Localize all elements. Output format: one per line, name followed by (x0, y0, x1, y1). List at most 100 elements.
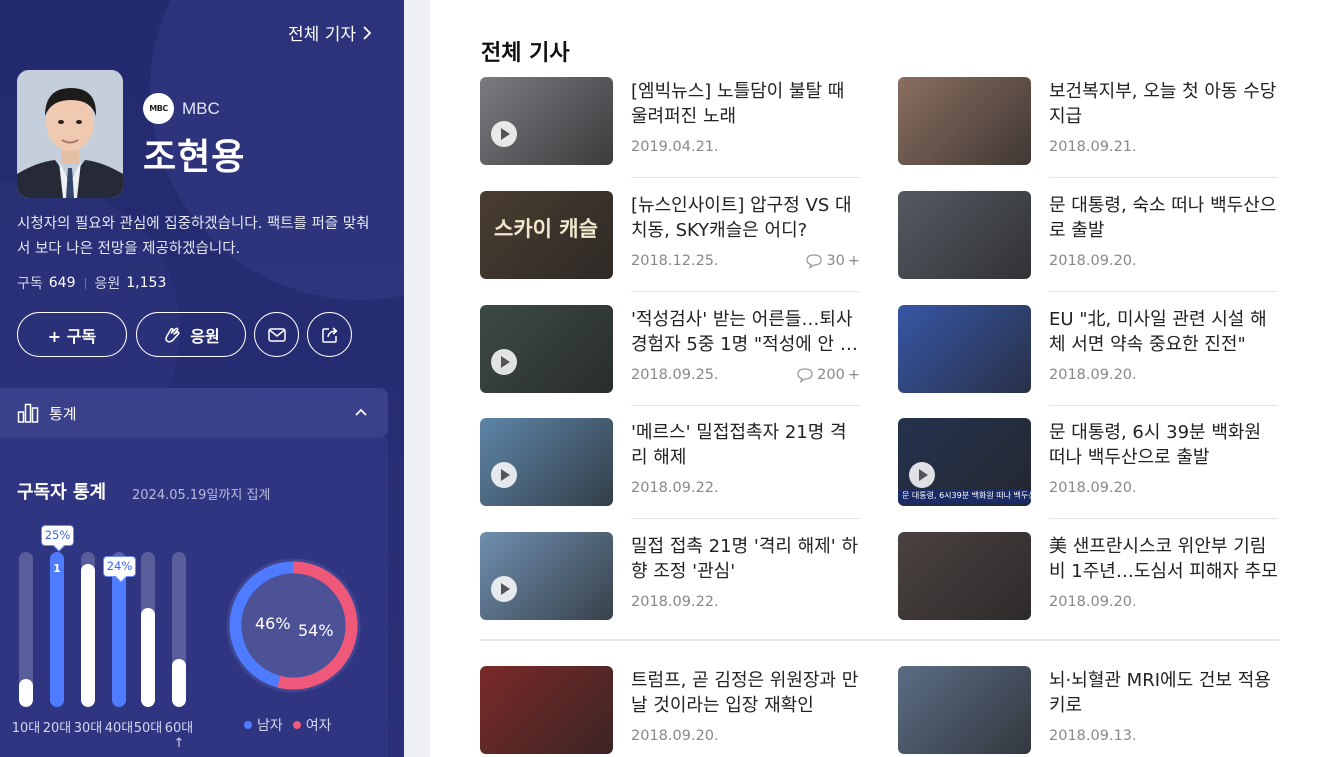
article-date: 2019.04.21. (631, 139, 719, 155)
article-card[interactable]: 문 대통령, 6시39분 백화원 떠나 백두산으로 출발 문 대통령, 6시 39… (898, 418, 1279, 508)
age-bar (81, 564, 95, 707)
legend-female: 여자 (292, 715, 332, 735)
cheer-button[interactable]: 응원 (136, 312, 246, 357)
article-title[interactable]: EU "北, 미사일 관련 시설 해체 서면 약속 중요한 진전" (1049, 307, 1278, 357)
article-card[interactable]: 트럼프, 곧 김정은 위원장과 만날 것이라는 입장 재확인 2018.09.20… (480, 666, 861, 756)
age-bar (141, 608, 155, 707)
article-thumbnail[interactable] (898, 666, 1031, 754)
row-separator (1049, 518, 1278, 519)
article-thumbnail[interactable] (480, 77, 613, 165)
chevron-up-icon (355, 408, 367, 416)
article-thumbnail[interactable] (480, 305, 613, 393)
row-separator (631, 518, 860, 519)
comment-plus-sign: + (847, 253, 860, 269)
article-title[interactable]: '적성검사' 받는 어른들…퇴사 경험자 5중 1명 "적성에 안 맞아" (631, 307, 860, 357)
press-name: MBC (182, 98, 220, 118)
thumbnail-text: 스카이 캐슬 (494, 217, 598, 241)
divider (84, 277, 86, 289)
comment-count[interactable]: 200 + (796, 367, 860, 383)
article-thumbnail[interactable] (898, 191, 1031, 279)
comment-count[interactable]: 30 + (805, 253, 860, 269)
share-button[interactable] (307, 312, 352, 357)
mail-icon (267, 327, 286, 342)
age-bar-track (141, 552, 155, 707)
article-date: 2018.09.22. (631, 480, 719, 496)
article-card[interactable]: [엠빅뉴스] 노틀담이 불탈 때 울려퍼진 노래 2019.04.21. (480, 77, 861, 167)
mbc-logo: MBC (143, 93, 174, 124)
article-card[interactable]: 뇌·뇌혈관 MRI에도 건보 적용키로 2018.09.13. (898, 666, 1279, 756)
article-thumbnail[interactable]: 스카이 캐슬 (480, 191, 613, 279)
article-thumbnail[interactable] (898, 305, 1031, 393)
play-icon (491, 349, 517, 375)
article-date: 2018.09.20. (1049, 480, 1137, 496)
article-date: 2018.12.25. (631, 253, 719, 269)
all-reporters-label: 전체 기자 (288, 25, 356, 45)
article-title[interactable]: 보건복지부, 오늘 첫 아동 수당 지급 (1049, 79, 1278, 129)
list-divider (480, 639, 1279, 641)
article-card[interactable]: 문 대통령, 숙소 떠나 백두산으로 출발 2018.09.20. (898, 191, 1279, 281)
article-date: 2018.09.20. (1049, 253, 1137, 269)
article-title[interactable]: 美 샌프란시스코 위안부 기림비 1주년…도심서 피해자 추모 (1049, 534, 1278, 584)
article-card[interactable]: 美 샌프란시스코 위안부 기림비 1주년…도심서 피해자 추모 2018.09.2… (898, 532, 1279, 622)
article-thumbnail[interactable]: 문 대통령, 6시39분 백화원 떠나 백두산으로 출발 (898, 418, 1031, 506)
article-card[interactable]: 보건복지부, 오늘 첫 아동 수당 지급 2018.09.21. (898, 77, 1279, 167)
comment-plus-sign: + (847, 367, 860, 383)
age-bar-track (19, 552, 33, 707)
reporter-name: 조현용 (143, 137, 246, 178)
article-thumbnail[interactable] (898, 77, 1031, 165)
articles-panel: 전체 기사 [엠빅뉴스] 노틀담이 불탈 때 울려퍼진 노래 2019.04.21… (430, 0, 1319, 757)
age-label: 20대 (42, 721, 72, 736)
article-thumbnail[interactable] (480, 418, 613, 506)
article-card[interactable]: '적성검사' 받는 어른들…퇴사 경험자 5중 1명 "적성에 안 맞아" 201… (480, 305, 861, 395)
age-bar-rank: 1 (53, 562, 61, 575)
age-bar (172, 659, 186, 707)
share-icon (321, 326, 337, 343)
all-reporters-link[interactable]: 전체 기자 (288, 20, 372, 45)
article-title[interactable]: '메르스' 밀접접촉자 21명 격리 해제 (631, 420, 860, 470)
article-thumbnail[interactable] (898, 532, 1031, 620)
email-button[interactable] (254, 312, 299, 357)
article-thumbnail[interactable] (480, 666, 613, 754)
play-icon (491, 576, 517, 602)
female-dot-icon (292, 721, 301, 729)
article-date: 2018.09.20. (1049, 594, 1137, 610)
male-dot-icon (244, 721, 252, 729)
age-bar (50, 552, 64, 707)
article-title[interactable]: 밀접 접촉 21명 '격리 해제' 하향 조정 '관심' (631, 534, 860, 584)
subscribe-button[interactable]: + 구독 (17, 312, 127, 357)
gender-donut-chart (226, 558, 361, 693)
article-thumbnail[interactable] (480, 532, 613, 620)
age-bar-track (81, 552, 95, 707)
legend-female-label: 여자 (305, 718, 332, 734)
row-separator (1049, 177, 1278, 178)
article-title[interactable]: [뉴스인사이트] 압구정 VS 대치동, SKY캐슬은 어디? (631, 193, 860, 243)
age-bar (112, 567, 126, 707)
bar-chart-icon (17, 403, 39, 423)
play-icon (909, 462, 935, 488)
comment-count-value: 200 (817, 367, 845, 383)
comment-icon (806, 254, 823, 269)
article-card[interactable]: EU "北, 미사일 관련 시설 해체 서면 약속 중요한 진전" 2018.09… (898, 305, 1279, 395)
stats-date: 2024.05.19일까지 집계 (132, 488, 271, 503)
row-separator (631, 177, 860, 178)
article-card[interactable]: '메르스' 밀접접촉자 21명 격리 해제 2018.09.22. (480, 418, 861, 508)
article-title[interactable]: 문 대통령, 숙소 떠나 백두산으로 출발 (1049, 193, 1278, 243)
age-bar-track (172, 552, 186, 707)
article-card[interactable]: 스카이 캐슬 [뉴스인사이트] 압구정 VS 대치동, SKY캐슬은 어디? 201… (480, 191, 861, 281)
clap-hand-icon (165, 327, 180, 343)
article-title[interactable]: [엠빅뉴스] 노틀담이 불탈 때 울려퍼진 노래 (631, 79, 860, 129)
subscribe-count: 649 (48, 275, 76, 291)
age-bar-tooltip: 24% (103, 556, 136, 577)
row-separator (1049, 291, 1278, 292)
article-title[interactable]: 뇌·뇌혈관 MRI에도 건보 적용키로 (1049, 668, 1278, 718)
cheer-count-label: 응원 (94, 276, 121, 292)
article-title[interactable]: 문 대통령, 6시 39분 백화원 떠나 백두산으로 출발 (1049, 420, 1278, 470)
article-title[interactable]: 트럼프, 곧 김정은 위원장과 만날 것이라는 입장 재확인 (631, 668, 860, 718)
subscriber-stats-title: 구독자 통계 (17, 482, 107, 503)
age-bar-tooltip: 25% (41, 525, 74, 546)
stats-toggle[interactable]: 통계 (0, 388, 388, 438)
row-separator (1049, 405, 1278, 406)
reporter-counts: 구독 649 응원 1,153 (17, 273, 166, 293)
press-info[interactable]: MBC MBC (143, 93, 220, 124)
article-card[interactable]: 밀접 접촉 21명 '격리 해제' 하향 조정 '관심' 2018.09.22. (480, 532, 861, 622)
